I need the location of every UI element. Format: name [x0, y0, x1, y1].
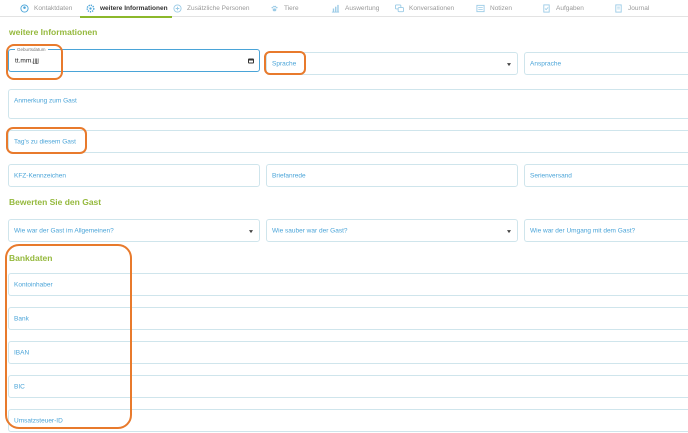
note-field[interactable]: Anmerkung zum Gast	[8, 89, 688, 119]
salutation-label: Briefanrede	[272, 172, 306, 179]
chart-icon	[331, 4, 340, 13]
tab-label: weitere Informationen	[100, 5, 168, 12]
tab-konversationen[interactable]: Konversationen	[395, 0, 454, 17]
journal-icon	[614, 4, 623, 13]
tags-field[interactable]: Tag's zu diesem Gast	[8, 130, 688, 153]
bank-field[interactable]: Bank	[8, 307, 688, 330]
tab-kontaktdaten[interactable]: Kontaktdaten	[20, 0, 72, 17]
iban-field[interactable]: IBAN	[8, 341, 688, 364]
license-plate-field[interactable]: KFZ-Kennzeichen	[8, 164, 260, 187]
language-label: Sprache	[272, 60, 297, 67]
highlight-bank-details	[5, 244, 132, 429]
calendar-icon[interactable]	[248, 58, 254, 63]
tab-tiere[interactable]: Tiere	[270, 0, 299, 17]
account-holder-label: Kontoinhaber	[14, 281, 53, 288]
rating-cleanliness-label: Wie sauber war der Gast?	[272, 227, 348, 234]
chevron-down-icon	[507, 62, 511, 66]
vat-id-field[interactable]: Umsatzsteuer-ID	[8, 409, 688, 432]
tab-bar: Kontaktdaten weitere Informationen Zusät…	[0, 0, 688, 18]
tab-zusaetzliche-personen[interactable]: Zusätzliche Personen	[173, 0, 250, 17]
contact-icon	[20, 4, 29, 13]
rating-manner-select[interactable]: Wie war der Umgang mit dem Gast?	[524, 219, 688, 242]
serial-mailing-field[interactable]: Serienversand	[524, 164, 688, 187]
chat-icon	[395, 4, 404, 13]
note-label: Anmerkung zum Gast	[14, 97, 77, 105]
ansprache-label: Ansprache	[530, 60, 562, 67]
vat-id-label: Umsatzsteuer-ID	[14, 417, 63, 424]
language-select[interactable]: Sprache	[266, 52, 518, 75]
account-holder-field[interactable]: Kontoinhaber	[8, 273, 688, 296]
tags-label: Tag's zu diesem Gast	[14, 138, 76, 145]
gear-icon	[86, 4, 95, 13]
add-person-icon	[173, 4, 182, 13]
rating-manner-label: Wie war der Umgang mit dem Gast?	[530, 227, 636, 234]
license-plate-label: KFZ-Kennzeichen	[14, 172, 67, 179]
tab-aufgaben[interactable]: Aufgaben	[542, 0, 584, 17]
serial-mailing-label: Serienversand	[530, 172, 572, 179]
tab-label: Tiere	[284, 5, 299, 12]
salutation-field[interactable]: Briefanrede	[266, 164, 518, 187]
section-title-rating: Bewerten Sie den Gast	[9, 197, 102, 207]
iban-label: IBAN	[14, 349, 30, 356]
tab-label: Zusätzliche Personen	[187, 5, 250, 12]
rating-general-select[interactable]: Wie war der Gast im Allgemeinen?	[8, 219, 260, 242]
chevron-down-icon	[507, 229, 511, 233]
task-icon	[542, 4, 551, 13]
paw-icon	[270, 4, 279, 13]
rating-general-label: Wie war der Gast im Allgemeinen?	[14, 227, 114, 234]
bic-label: BIC	[14, 383, 25, 390]
tab-weitere-informationen[interactable]: weitere Informationen	[80, 0, 172, 18]
tab-journal[interactable]: Journal	[614, 0, 649, 17]
birthdate-field[interactable]: Geburtsdatum tt.mm.jjjj	[8, 47, 260, 72]
birthdate-value: tt.mm.jjjj	[15, 57, 39, 64]
tab-label: Konversationen	[409, 5, 455, 12]
tab-label: Kontaktdaten	[34, 5, 73, 12]
tab-label: Journal	[628, 5, 650, 12]
tab-notizen[interactable]: Notizen	[476, 0, 512, 17]
tab-label: Aufgaben	[556, 5, 584, 12]
section-title-weitere-informationen: weitere Informationen	[9, 27, 98, 37]
bank-label: Bank	[14, 315, 29, 322]
section-title-bankdaten: Bankdaten	[9, 253, 53, 263]
tab-label: Notizen	[490, 5, 513, 12]
tab-auswertung[interactable]: Auswertung	[331, 0, 379, 17]
ansprache-field[interactable]: Ansprache	[524, 52, 688, 75]
birthdate-label: Geburtsdatum	[15, 47, 48, 52]
bic-field[interactable]: BIC	[8, 375, 688, 398]
rating-cleanliness-select[interactable]: Wie sauber war der Gast?	[266, 219, 518, 242]
tab-label: Auswertung	[345, 5, 380, 12]
note-icon	[476, 4, 485, 13]
chevron-down-icon	[249, 229, 253, 233]
